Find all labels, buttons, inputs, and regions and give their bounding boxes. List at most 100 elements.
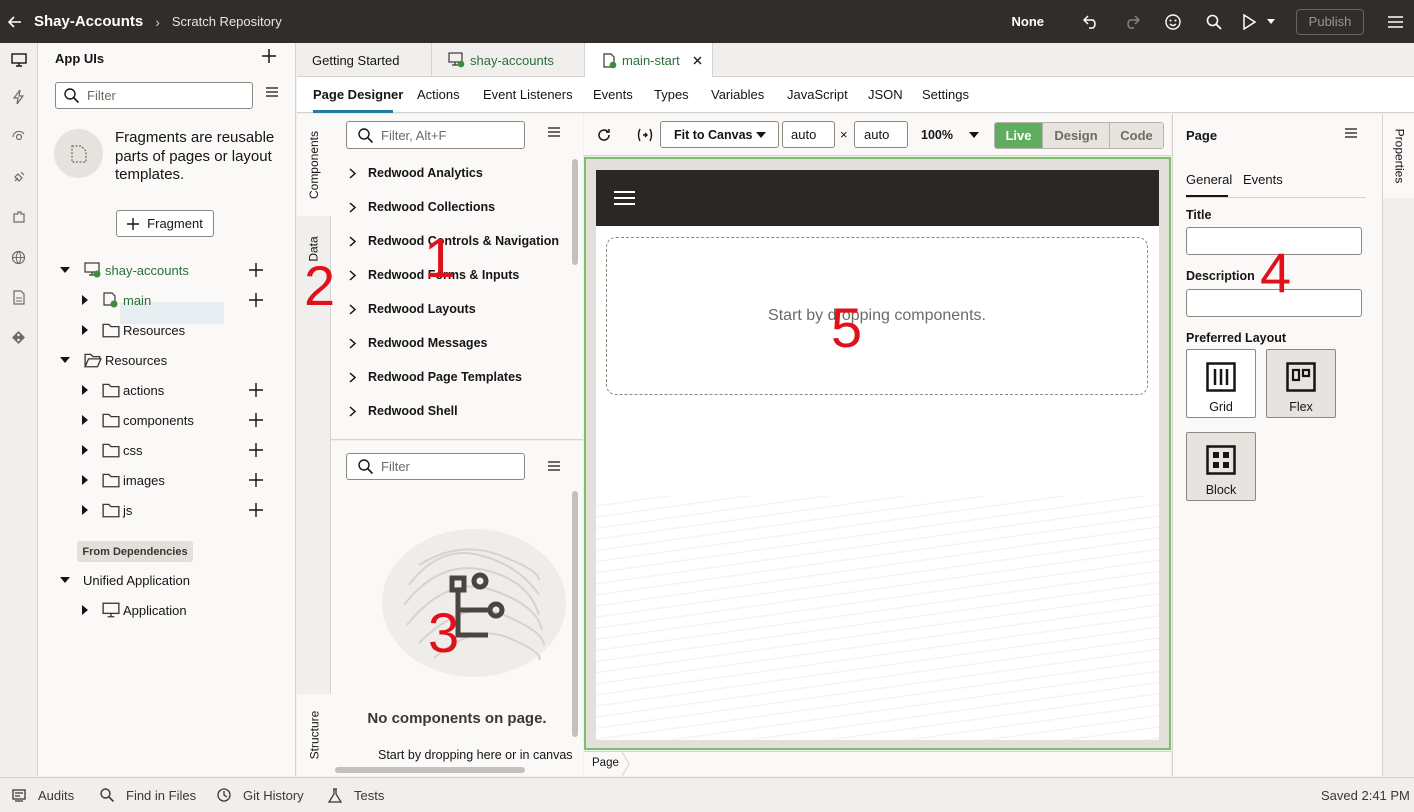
add-icon[interactable] <box>249 473 263 487</box>
category-redwood-messages[interactable]: Redwood Messages <box>349 333 487 353</box>
subtab-javascript[interactable]: JavaScript <box>787 87 848 102</box>
refresh-icon[interactable] <box>596 127 612 143</box>
search-icon[interactable] <box>1193 0 1234 43</box>
app-title[interactable]: Shay-Accounts <box>34 13 143 30</box>
tree-item-images[interactable]: images <box>38 465 296 495</box>
hamburger-menu-icon[interactable] <box>614 190 635 206</box>
chevron-right-icon[interactable] <box>80 385 90 395</box>
filter-input[interactable]: Filter <box>55 82 253 109</box>
add-fragment-button[interactable]: Fragment <box>116 210 214 237</box>
structure-scrollbar[interactable] <box>572 491 578 737</box>
mode-code-button[interactable]: Code <box>1109 123 1163 148</box>
services-icon[interactable] <box>0 117 37 157</box>
redo-icon[interactable] <box>1111 0 1152 43</box>
tree-item-unified-application[interactable]: Unified Application <box>38 565 296 595</box>
document-icon[interactable] <box>0 277 37 317</box>
add-icon[interactable] <box>262 49 276 63</box>
layout-grid-option[interactable]: Grid <box>1186 349 1256 418</box>
structure-horizontal-scrollbar[interactable] <box>335 767 525 773</box>
chevron-down-icon[interactable] <box>60 357 70 363</box>
tree-item-application[interactable]: Application <box>38 595 296 625</box>
run-options-chevron-icon[interactable] <box>1264 0 1278 43</box>
list-menu-icon[interactable] <box>548 461 560 471</box>
subtab-event-listeners[interactable]: Event Listeners <box>483 87 573 102</box>
subtab-settings[interactable]: Settings <box>922 87 969 102</box>
plugin-icon[interactable] <box>0 157 37 197</box>
breadcrumb-repository[interactable]: Scratch Repository <box>172 14 282 29</box>
tab-main-start[interactable]: main-start <box>585 43 713 78</box>
category-redwood-analytics[interactable]: Redwood Analytics <box>349 163 483 183</box>
structure-filter-input[interactable]: Filter <box>346 453 525 480</box>
layout-flex-option[interactable]: Flex <box>1266 349 1336 418</box>
breadcrumb-page[interactable]: Page <box>592 757 619 769</box>
tab-getting-started[interactable]: Getting Started <box>297 43 432 77</box>
tree-item-components[interactable]: components <box>38 405 296 435</box>
flash-icon[interactable] <box>0 77 37 117</box>
subtab-events[interactable]: Events <box>593 87 633 102</box>
list-menu-icon[interactable] <box>1345 128 1357 138</box>
hamburger-menu-icon[interactable] <box>1376 0 1414 43</box>
feedback-smiley-icon[interactable] <box>1152 0 1193 43</box>
tree-item-shay-accounts[interactable]: shay-accounts <box>38 255 296 285</box>
canvas-height-input[interactable]: auto <box>854 121 908 148</box>
chevron-right-icon[interactable] <box>80 505 90 515</box>
design-canvas[interactable]: Start by dropping components. <box>584 157 1171 750</box>
tab-general[interactable]: General <box>1186 172 1232 187</box>
audits-button[interactable]: Audits <box>12 778 74 812</box>
publish-button[interactable]: Publish <box>1296 8 1364 35</box>
chevron-down-icon[interactable] <box>60 577 70 583</box>
app-uis-icon[interactable] <box>0 43 37 77</box>
add-icon[interactable] <box>249 383 263 397</box>
tree-item-css[interactable]: css <box>38 435 296 465</box>
undo-icon[interactable] <box>1070 0 1111 43</box>
category-redwood-layouts[interactable]: Redwood Layouts <box>349 299 476 319</box>
list-menu-icon[interactable] <box>266 87 278 97</box>
chevron-right-icon[interactable] <box>80 415 90 425</box>
zoom-dropdown[interactable]: 100% <box>921 121 979 148</box>
add-icon[interactable] <box>249 443 263 457</box>
chevron-right-icon[interactable] <box>80 295 90 305</box>
tree-item-resources[interactable]: Resources <box>38 345 296 375</box>
branch-selector[interactable]: None <box>1012 14 1045 29</box>
tree-item-actions[interactable]: actions <box>38 375 296 405</box>
subtab-variables[interactable]: Variables <box>711 87 764 102</box>
add-icon[interactable] <box>249 503 263 517</box>
tree-item-resources-nested[interactable]: Resources <box>38 315 296 345</box>
tab-shay-accounts[interactable]: shay-accounts <box>432 43 585 77</box>
subtab-json[interactable]: JSON <box>868 87 903 102</box>
back-arrow-icon[interactable] <box>0 15 30 29</box>
layout-block-option[interactable]: Block <box>1186 432 1256 501</box>
add-icon[interactable] <box>249 263 263 277</box>
subtab-types[interactable]: Types <box>654 87 689 102</box>
canvas-width-input[interactable]: auto <box>782 121 835 148</box>
tab-events[interactable]: Events <box>1243 172 1283 187</box>
mode-live-button[interactable]: Live <box>995 123 1042 148</box>
close-icon[interactable] <box>693 56 702 65</box>
tree-item-main[interactable]: main <box>38 285 296 315</box>
list-menu-icon[interactable] <box>548 127 560 137</box>
drop-zone[interactable]: Start by dropping components. <box>606 237 1148 395</box>
chevron-right-icon[interactable] <box>80 325 90 335</box>
mode-design-button[interactable]: Design <box>1042 123 1109 148</box>
business-objects-icon[interactable] <box>0 197 37 237</box>
subtab-page-designer[interactable]: Page Designer <box>313 87 403 102</box>
category-redwood-collections[interactable]: Redwood Collections <box>349 197 495 217</box>
chevron-right-icon[interactable] <box>80 605 90 615</box>
tab-components[interactable]: Components <box>297 114 331 216</box>
add-icon[interactable] <box>249 293 263 307</box>
find-in-files-button[interactable]: Find in Files <box>100 778 196 812</box>
tree-item-js[interactable]: js <box>38 495 296 525</box>
chevron-down-icon[interactable] <box>60 267 70 273</box>
git-history-button[interactable]: Git History <box>217 778 304 812</box>
run-play-icon[interactable] <box>1234 0 1264 43</box>
git-icon[interactable] <box>0 317 37 357</box>
chevron-right-icon[interactable] <box>80 475 90 485</box>
web-apps-icon[interactable] <box>0 237 37 277</box>
tab-structure[interactable]: Structure <box>297 694 331 776</box>
category-redwood-shell[interactable]: Redwood Shell <box>349 401 458 421</box>
tests-button[interactable]: Tests <box>328 778 384 812</box>
subtab-actions[interactable]: Actions <box>417 87 460 102</box>
fit-to-canvas-dropdown[interactable]: Fit to Canvas <box>660 121 779 148</box>
components-filter-input[interactable]: Filter, Alt+F <box>346 121 525 149</box>
tab-properties[interactable]: Properties <box>1383 114 1414 198</box>
